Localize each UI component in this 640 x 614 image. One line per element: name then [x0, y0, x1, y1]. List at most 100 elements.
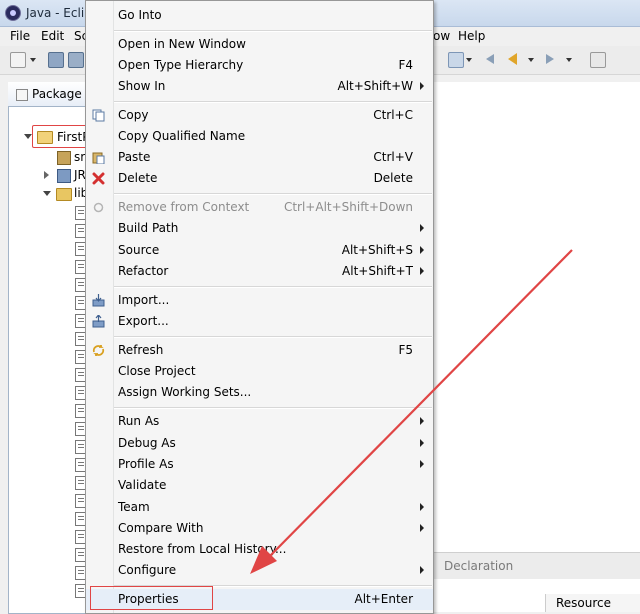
new-icon[interactable]: [10, 52, 26, 68]
resource-header-label: Resource: [556, 596, 612, 610]
menu-item-label: Import...: [118, 293, 170, 307]
menu-item-label: Go Into: [118, 8, 162, 22]
delete-icon: [92, 172, 105, 185]
menu-item-label: Restore from Local History...: [118, 542, 287, 556]
menu-item-copy[interactable]: Copy Ctrl+C: [86, 105, 433, 126]
folder-icon: [56, 188, 72, 201]
menu-item-assign-working-sets[interactable]: Assign Working Sets...: [86, 382, 433, 403]
menu-separator: [114, 336, 432, 338]
submenu-arrow-icon: [420, 246, 424, 254]
menu-item-label: Delete: [118, 171, 158, 185]
resource-column-header[interactable]: Resource: [545, 594, 640, 612]
menu-item-label: Close Project: [118, 364, 196, 378]
menu-item-refresh[interactable]: Refresh F5: [86, 340, 433, 361]
menu-item-go-into[interactable]: Go Into: [86, 5, 433, 26]
menu-item-open-type-hierarchy[interactable]: Open Type Hierarchy F4: [86, 55, 433, 76]
expand-arrow-icon[interactable]: [43, 191, 51, 196]
menu-item-shortcut: Alt+Enter: [354, 592, 413, 606]
menu-separator: [114, 193, 432, 195]
menu-help[interactable]: Help: [458, 29, 485, 43]
menu-item-shortcut: Alt+Shift+W: [337, 79, 414, 93]
menu-item-label: Compare With: [118, 521, 204, 535]
save-all-icon[interactable]: [68, 52, 84, 68]
menu-item-paste[interactable]: Paste Ctrl+V: [86, 147, 433, 168]
menu-item-shortcut: F4: [398, 58, 413, 72]
menu-item-compare-with[interactable]: Compare With: [86, 518, 433, 539]
back-dropdown-icon[interactable]: [528, 58, 534, 62]
menu-item-shortcut: Ctrl+Alt+Shift+Down: [283, 200, 413, 214]
menu-item-shortcut: Ctrl+V: [373, 150, 413, 164]
menu-separator: [114, 407, 432, 409]
menu-item-label: Assign Working Sets...: [118, 385, 252, 399]
menu-item-shortcut: Alt+Shift+T: [342, 264, 413, 278]
tree-item-lib[interactable]: lib: [40, 186, 88, 202]
src-label: sr: [74, 150, 86, 164]
menu-separator: [114, 30, 432, 32]
menu-item-refactor[interactable]: Refactor Alt+Shift+T: [86, 261, 433, 282]
tree-item-src[interactable]: sr: [40, 150, 85, 166]
context-menu: Go Into Open in New Window Open Type Hie…: [85, 0, 434, 614]
menu-item-profile-as[interactable]: Profile As: [86, 454, 433, 475]
menu-item-copy-qualified-name[interactable]: Copy Qualified Name: [86, 126, 433, 147]
menu-item-import[interactable]: Import...: [86, 290, 433, 311]
menu-window[interactable]: ow: [433, 29, 450, 43]
menu-file[interactable]: File: [10, 29, 30, 43]
menu-item-label: Remove from Context: [118, 200, 250, 214]
tab-package-explorer-label: Package E: [32, 87, 94, 101]
menu-item-delete[interactable]: Delete Delete: [86, 168, 433, 189]
forward-dropdown-icon[interactable]: [566, 58, 572, 62]
dropdown-icon[interactable]: [466, 58, 472, 62]
menu-item-configure[interactable]: Configure: [86, 560, 433, 581]
menu-item-label: Copy Qualified Name: [118, 129, 246, 143]
menu-item-label: Team: [118, 500, 150, 514]
menu-item-label: Debug As: [118, 436, 176, 450]
menu-item-shortcut: F5: [398, 343, 413, 357]
menu-item-label: Configure: [118, 563, 177, 577]
menu-item-build-path[interactable]: Build Path: [86, 218, 433, 239]
toolbar-icon[interactable]: [448, 52, 464, 68]
menu-item-show-in[interactable]: Show In Alt+Shift+W: [86, 76, 433, 97]
new-dropdown-icon[interactable]: [30, 58, 36, 62]
menu-item-label: Profile As: [118, 457, 174, 471]
menu-item-label: Refresh: [118, 343, 164, 357]
back-icon[interactable]: [486, 54, 494, 64]
menu-item-open-in-new-window[interactable]: Open in New Window: [86, 34, 433, 55]
editor-area: [434, 82, 640, 612]
tab-declaration[interactable]: Declaration: [444, 559, 513, 573]
menu-edit[interactable]: Edit: [41, 29, 64, 43]
save-icon[interactable]: [48, 52, 64, 68]
properties-highlight-box: [90, 586, 213, 610]
submenu-arrow-icon: [420, 503, 424, 511]
navigate-back-icon[interactable]: [508, 53, 517, 65]
library-icon: [57, 169, 71, 183]
menu-separator: [114, 286, 432, 288]
menu-item-label: Copy: [118, 108, 149, 122]
submenu-arrow-icon: [420, 460, 424, 468]
menu-item-close-project[interactable]: Close Project: [86, 361, 433, 382]
menu-item-export[interactable]: Export...: [86, 311, 433, 332]
menu-item-label: Source: [118, 243, 160, 257]
submenu-arrow-icon: [420, 82, 424, 90]
expand-arrow-icon[interactable]: [24, 134, 32, 139]
menu-item-label: Validate: [118, 478, 167, 492]
tree-item-jre[interactable]: JR: [40, 168, 86, 184]
collapse-arrow-icon[interactable]: [44, 171, 49, 179]
menu-item-team[interactable]: Team: [86, 497, 433, 518]
menu-item-validate[interactable]: Validate: [86, 475, 433, 496]
menu-item-restore-from-local-history[interactable]: Restore from Local History...: [86, 539, 433, 560]
menu-item-label: Open Type Hierarchy: [118, 58, 244, 72]
perspective-icon[interactable]: [590, 52, 606, 68]
menu-item-debug-as[interactable]: Debug As: [86, 433, 433, 454]
menu-item-run-as[interactable]: Run As: [86, 411, 433, 432]
paste-icon: [92, 152, 105, 164]
menu-item-source[interactable]: Source Alt+Shift+S: [86, 240, 433, 261]
source-folder-icon: [57, 151, 71, 165]
menu-item-label: Refactor: [118, 264, 169, 278]
menu-item-shortcut: Ctrl+C: [373, 108, 413, 122]
remove-context-icon: [93, 202, 104, 213]
menu-item-shortcut: Alt+Shift+S: [341, 243, 413, 257]
copy-icon: [92, 109, 105, 122]
bottom-tab-bar: Declaration: [434, 552, 640, 579]
forward-icon[interactable]: [546, 54, 554, 64]
menu-item-shortcut: Delete: [373, 171, 413, 185]
